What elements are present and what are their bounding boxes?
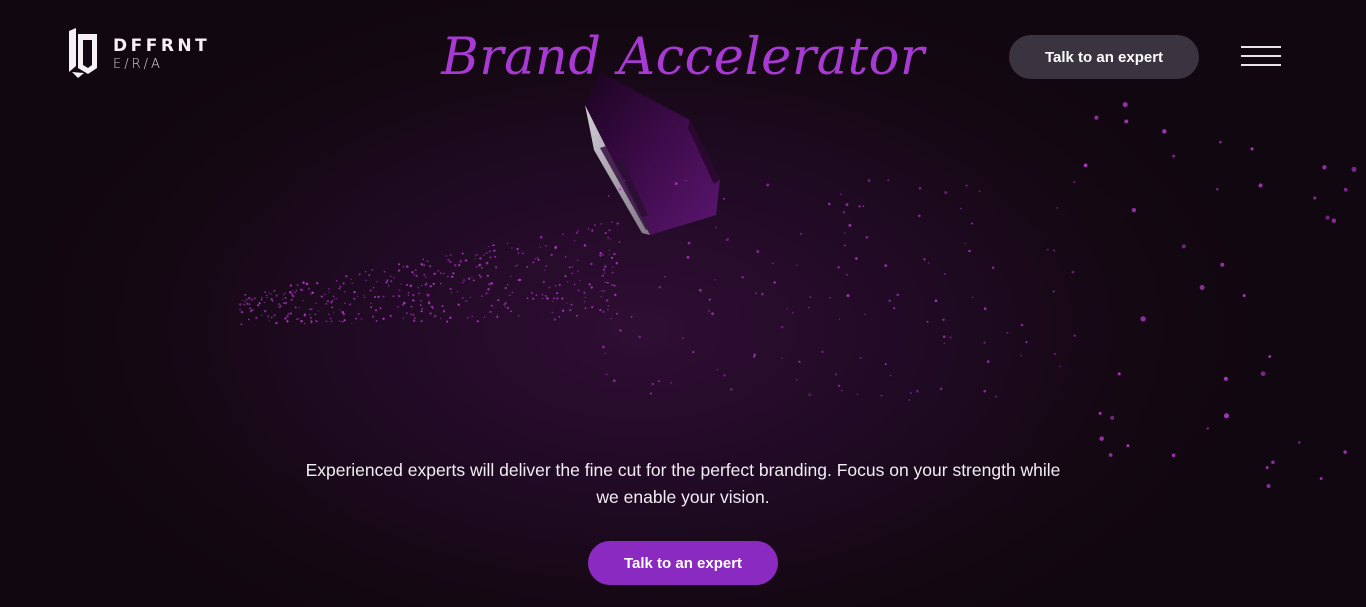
hero-description: Experienced experts will deliver the fin… bbox=[305, 460, 1061, 507]
crystal-gem bbox=[585, 72, 720, 235]
header-talk-to-expert-button[interactable]: Talk to an expert bbox=[1009, 35, 1199, 79]
particle-trail bbox=[239, 102, 1357, 489]
menu-line bbox=[1241, 64, 1281, 66]
menu-line bbox=[1241, 55, 1281, 57]
menu-line bbox=[1241, 46, 1281, 48]
talk-to-expert-button[interactable]: Talk to an expert bbox=[588, 541, 778, 585]
hamburger-menu-icon[interactable] bbox=[1241, 44, 1281, 68]
hero-illustration bbox=[239, 72, 1357, 489]
